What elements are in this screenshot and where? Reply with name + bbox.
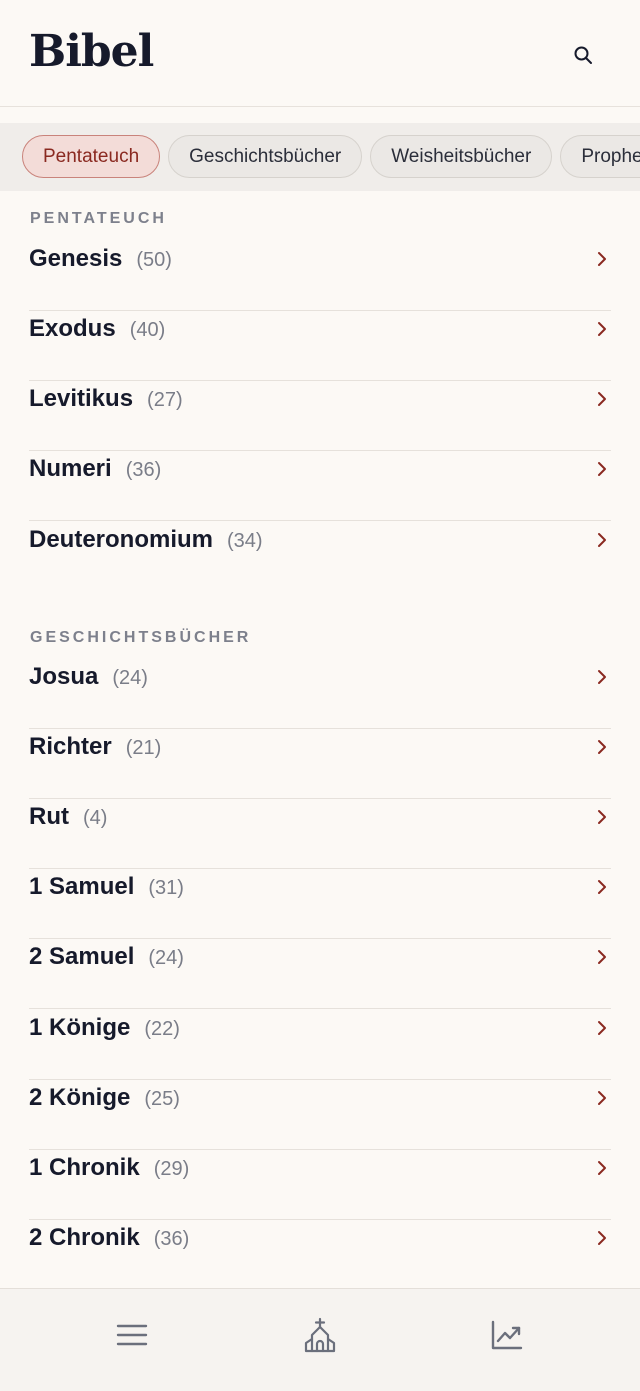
chevron-right-icon [598, 1231, 606, 1245]
book-name: Genesis [29, 245, 123, 272]
book-name: 1 Könige [29, 1014, 131, 1041]
list-item[interactable]: Josua (24) [29, 659, 611, 729]
bottom-nav [0, 1288, 640, 1391]
chevron-right-icon [598, 1161, 606, 1175]
book-name: 2 Chronik [29, 1224, 140, 1251]
book-title: 2 Könige (25) [29, 1080, 180, 1117]
book-title: Rut (4) [29, 799, 107, 836]
page-title: Bibel [29, 26, 154, 77]
book-title: Genesis (50) [29, 241, 172, 278]
chapter-count: (50) [136, 249, 172, 271]
list-item[interactable]: 1 Chronik (29) [29, 1150, 611, 1220]
book-title: 1 Chronik (29) [29, 1150, 189, 1187]
book-name: 1 Samuel [29, 873, 135, 900]
book-title: Numeri (36) [29, 451, 161, 488]
list-item[interactable]: Deuteronomium (34) [29, 522, 611, 592]
book-title: Richter (21) [29, 729, 161, 766]
search-icon [574, 46, 592, 64]
chapter-count: (21) [125, 737, 162, 759]
header: Bibel [0, 0, 640, 107]
chip-weisheitsbuecher[interactable]: Weisheitsbücher [370, 135, 553, 178]
chevron-right-icon [598, 950, 606, 964]
list-item[interactable]: Rut (4) [29, 799, 611, 869]
book-name: 2 Könige [29, 1084, 131, 1111]
chapter-count: (31) [148, 877, 184, 899]
nav-church-button[interactable] [298, 1313, 342, 1357]
chevron-right-icon [598, 392, 606, 406]
book-name: Exodus [29, 315, 116, 342]
list-item[interactable]: 2 Könige (25) [29, 1080, 611, 1150]
chapter-count: (27) [147, 389, 183, 411]
chip-track: Pentateuch Geschichtsbücher Weisheitsbüc… [22, 135, 640, 178]
chapter-count: (25) [144, 1088, 180, 1110]
chevron-right-icon [598, 670, 606, 684]
nav-stats-button[interactable] [485, 1313, 529, 1357]
chapter-count: (24) [148, 947, 184, 969]
book-name: Deuteronomium [29, 526, 214, 553]
chevron-right-icon [598, 533, 606, 547]
book-name: Numeri [29, 455, 112, 482]
list-item[interactable]: Numeri (36) [29, 451, 611, 521]
list-item[interactable]: 1 Könige (22) [29, 1010, 611, 1080]
chevron-right-icon [598, 252, 606, 266]
chevron-right-icon [598, 880, 606, 894]
book-name: Levitikus [29, 385, 134, 412]
app-root: Bibel Pentateuch Geschichtsbücher Weishe… [0, 0, 640, 1391]
book-name: 1 Chronik [29, 1154, 140, 1181]
chevron-right-icon [598, 322, 606, 336]
book-title: Exodus (40) [29, 311, 165, 348]
chevron-right-icon [598, 810, 606, 824]
section-label-geschichtsbuecher: GESCHICHTSBÜCHER [30, 629, 252, 646]
list-item[interactable]: Genesis (50) [29, 241, 611, 311]
chapter-count: (22) [144, 1018, 180, 1040]
book-name: Rut [29, 803, 69, 830]
book-title: Levitikus (27) [29, 381, 183, 418]
chart-icon [491, 1320, 523, 1350]
chapter-count: (24) [112, 667, 148, 689]
chapter-count: (40) [129, 319, 166, 341]
chip-propheten[interactable]: Propheten [560, 135, 640, 178]
chapter-count: (34) [227, 530, 263, 552]
book-title: 2 Chronik (36) [29, 1220, 189, 1257]
chapter-count: (4) [82, 807, 108, 829]
book-title: Josua (24) [29, 659, 148, 696]
chapter-count: (29) [153, 1158, 190, 1180]
chip-geschichtsbuecher[interactable]: Geschichtsbücher [168, 135, 363, 178]
chevron-right-icon [598, 462, 606, 476]
search-button[interactable] [566, 38, 600, 72]
list-item[interactable]: 2 Samuel (24) [29, 939, 611, 1009]
list-item[interactable]: Exodus (40) [29, 311, 611, 381]
church-icon [304, 1317, 336, 1353]
chip-pentateuch[interactable]: Pentateuch [22, 135, 161, 178]
chevron-right-icon [598, 740, 606, 754]
list-item[interactable]: 2 Chronik (36) [29, 1220, 611, 1290]
book-title: 2 Samuel (24) [29, 939, 184, 976]
book-title: 1 Könige (22) [29, 1010, 180, 1047]
book-name: Richter [29, 733, 112, 760]
section-label-pentateuch: PENTATEUCH [30, 210, 167, 227]
category-chip-bar[interactable]: Pentateuch Geschichtsbücher Weisheitsbüc… [0, 123, 640, 191]
chevron-right-icon [598, 1021, 606, 1035]
book-title: 1 Samuel (31) [29, 869, 184, 906]
list-item[interactable]: 1 Samuel (31) [29, 869, 611, 939]
nav-menu-button[interactable] [110, 1313, 154, 1357]
chapter-count: (36) [125, 459, 162, 481]
book-title: Deuteronomium (34) [29, 522, 263, 559]
chevron-right-icon [598, 1091, 606, 1105]
book-name: Josua [29, 663, 99, 690]
menu-icon [116, 1324, 148, 1346]
chapter-count: (36) [153, 1228, 190, 1250]
list-item[interactable]: Levitikus (27) [29, 381, 611, 451]
list-item[interactable]: Richter (21) [29, 729, 611, 799]
book-name: 2 Samuel [29, 943, 135, 970]
